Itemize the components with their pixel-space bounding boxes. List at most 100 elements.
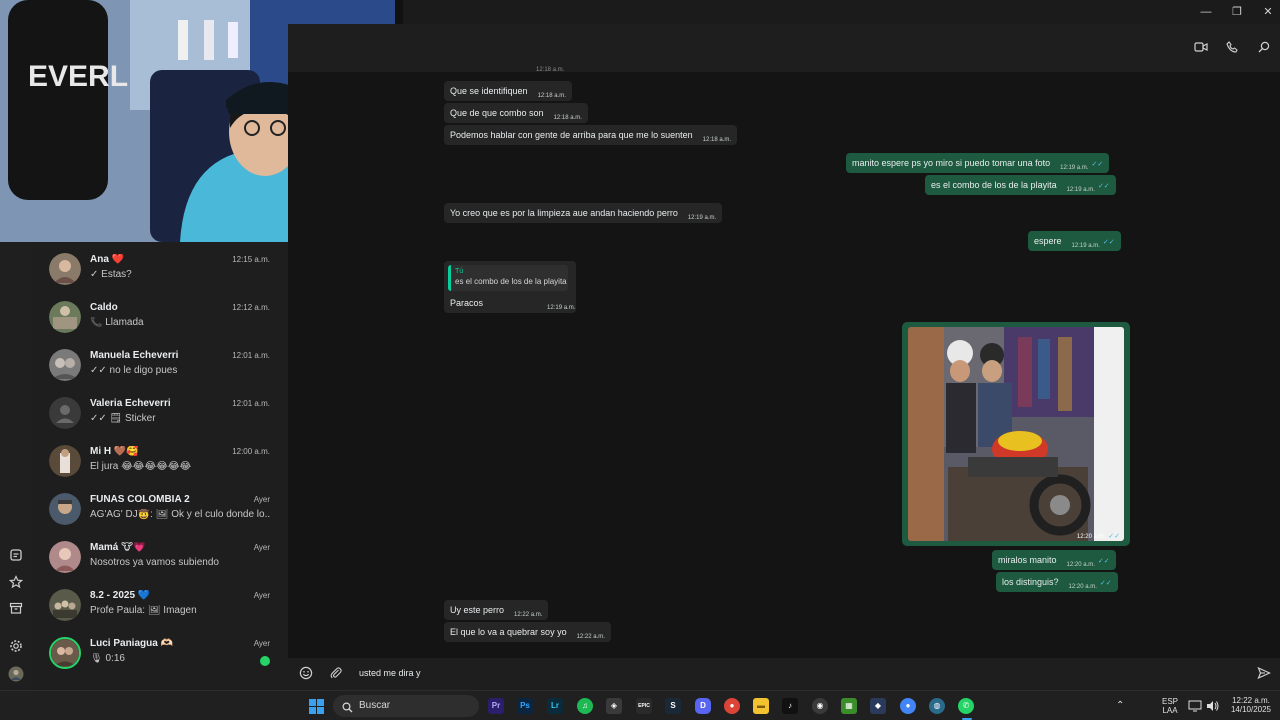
whatsapp-icon[interactable]: ✆ [958, 698, 974, 714]
chat-preview: Nosotros ya vamos subiendo [90, 557, 219, 568]
search-icon[interactable] [1256, 41, 1272, 57]
send-icon[interactable] [1256, 666, 1272, 682]
chat-time: Ayer [253, 543, 270, 552]
svg-text:EVERL: EVERL [28, 60, 128, 93]
emoji-icon[interactable] [298, 666, 314, 682]
read-ticks-icon: ✓✓ [1097, 558, 1110, 565]
chat-list-item[interactable]: Valeria Echeverri ✓✓ 🗒 Sticker 12:01 a.m… [32, 389, 288, 437]
minecraft-icon[interactable]: ▦ [841, 698, 857, 714]
close-button[interactable]: ✕ [1252, 0, 1280, 24]
message-input[interactable]: usted me dira y [359, 668, 421, 678]
premiere-icon[interactable]: Pr [488, 698, 504, 714]
status-icon[interactable] [8, 548, 24, 564]
chat-list-item[interactable]: Mamá 🐮💗 Nosotros ya vamos subiendo Ayer [32, 533, 288, 581]
chat-list-item[interactable]: Ana ❤️ ✓ Estas? 12:15 a.m. [32, 245, 288, 293]
message-incoming[interactable]: Que se identifiquen 12:18 a.m. [444, 81, 572, 101]
steam-icon[interactable]: S [665, 698, 681, 714]
photoshop-icon[interactable]: Ps [517, 698, 533, 714]
profile-icon[interactable] [8, 666, 24, 682]
chat-list-item[interactable]: Mi H 🤎🥰 El jura 😂😂😂😂😂😂 12:00 a.m. [32, 437, 288, 485]
obs-icon[interactable]: ◉ [812, 698, 828, 714]
avatar [49, 541, 81, 573]
voice-call-icon[interactable] [1224, 41, 1240, 57]
message-image[interactable]: 12:20 a.m. ✓✓ [902, 322, 1130, 546]
message-outgoing[interactable]: espere 12:19 a.m. ✓✓ [1028, 231, 1121, 251]
epic-games-icon[interactable]: EPIC [636, 698, 652, 714]
app-icon[interactable]: ◈ [606, 698, 622, 714]
lightroom-icon[interactable]: Lr [547, 698, 563, 714]
message-time: 12:19 a.m. [1060, 165, 1089, 171]
maximize-button[interactable]: ❐ [1221, 0, 1253, 24]
photo-thumbnail[interactable] [908, 327, 1124, 541]
settings-icon[interactable] [8, 639, 24, 655]
message-outgoing[interactable]: los distinguis? 12:20 a.m. ✓✓ [996, 572, 1118, 592]
chat-name: Mamá 🐮💗 [90, 542, 146, 553]
browser-icon[interactable]: ◍ [929, 698, 945, 714]
chrome2-icon[interactable]: ● [900, 698, 916, 714]
tiktok-icon[interactable]: ♪ [782, 698, 798, 714]
chat-name: Luci Paniagua 🫶🏻 [90, 638, 174, 649]
message-outgoing[interactable]: miralos manito 12:20 a.m. ✓✓ [992, 550, 1116, 570]
message-text: Paracos [450, 298, 484, 308]
avatar [49, 589, 81, 621]
quoted-message[interactable]: Tú es el combo de los de la playita [448, 265, 568, 291]
video-call-icon[interactable] [1193, 41, 1209, 57]
spotify-icon[interactable]: ♫ [577, 698, 593, 714]
message-incoming-reply[interactable]: Tú es el combo de los de la playita Para… [444, 261, 576, 313]
app2-icon[interactable]: ◆ [870, 698, 886, 714]
message-time: 12:20 a.m. [1066, 562, 1095, 568]
volume-icon[interactable] [1206, 699, 1220, 717]
chat-name: Ana ❤️ [90, 254, 125, 265]
clock[interactable]: 12:22 a.m. 14/10/2025 [1226, 696, 1276, 714]
read-ticks-icon: ✓✓ [1102, 239, 1115, 246]
chat-name: 8.2 - 2025 💙 [90, 590, 151, 601]
message-incoming[interactable]: El que lo va a quebrar soy yo 12:22 a.m. [444, 622, 611, 642]
language-indicator[interactable]: ESP LAA [1160, 697, 1180, 715]
message-text: espere [1034, 236, 1062, 246]
archive-icon[interactable] [8, 601, 24, 617]
message-time: 12:19 a.m. [687, 215, 717, 221]
message-incoming[interactable]: Uy este perro 12:22 a.m. [444, 600, 549, 620]
chat-list-item[interactable]: 8.2 - 2025 💙 Profe Paula: 🖼 Imagen Ayer [32, 581, 288, 629]
chat-list-item[interactable]: Caldo 📞 Llamada 12:12 a.m. [32, 293, 288, 341]
chat-list-item[interactable]: FUNAS COLOMBIA 2 AG'AG' DJ🤠: 🖼 Ok y el c… [32, 485, 288, 533]
tray-overflow-icon[interactable]: ⌃ [1116, 700, 1124, 711]
chat-time: 12:01 a.m. [232, 399, 270, 408]
discord-icon[interactable]: D [695, 698, 711, 714]
search-icon [342, 700, 353, 718]
attach-icon[interactable] [328, 666, 344, 682]
chat-time: Ayer [253, 639, 270, 648]
taskbar: Buscar Pr Ps Lr ♫ ◈ EPIC S D ● ▬ ♪ ◉ ▦ ◆… [0, 690, 1280, 720]
chrome-icon[interactable]: ● [724, 698, 740, 714]
taskbar-search[interactable]: Buscar [333, 695, 479, 717]
minimize-button[interactable]: — [1190, 0, 1222, 24]
chat-name: Valeria Echeverri [90, 398, 171, 409]
chat-name: Manuela Echeverri [90, 350, 179, 361]
chat-name: FUNAS COLOMBIA 2 [90, 494, 190, 505]
chat-list-item[interactable]: Luci Paniagua 🫶🏻 🎙 0:16 Ayer [32, 629, 288, 677]
quote-text: es el combo de los de la playita [455, 277, 567, 286]
conversation-pane: 12:18 a.m. Que se identifiquen 12:18 a.m.… [288, 24, 1280, 690]
avatar [49, 253, 81, 285]
starred-icon[interactable] [8, 575, 24, 591]
chat-preview: 📞 Llamada [90, 317, 144, 328]
message-incoming[interactable]: Yo creo que es por la limpieza aue andan… [444, 203, 723, 223]
chat-list-item[interactable]: Manuela Echeverri ✓✓ no le digo pues 12:… [32, 341, 288, 389]
avatar [49, 637, 81, 669]
message-incoming[interactable]: Podemos hablar con gente de arriba para … [444, 125, 738, 145]
message-text: Yo creo que es por la limpieza aue andan… [450, 208, 678, 218]
message-text: Que de que combo son [450, 108, 544, 118]
chat-preview: El jura 😂😂😂😂😂😂 [90, 461, 192, 472]
message-time: 12:20 a.m. [1068, 584, 1097, 590]
search-label: Buscar [359, 700, 391, 711]
message-incoming[interactable]: Que de que combo son 12:18 a.m. [444, 103, 588, 123]
message-outgoing[interactable]: es el combo de los de la playita 12:19 a.… [925, 175, 1116, 195]
network-icon[interactable] [1188, 699, 1202, 717]
chat-preview: ✓✓ no le digo pues [90, 365, 178, 376]
message-outgoing[interactable]: manito espere ps yo miro si puedo tomar … [846, 153, 1110, 173]
chat-time: Ayer [253, 495, 270, 504]
windows-start-icon[interactable] [309, 699, 324, 714]
message-time: 12:19 a.m. [1066, 187, 1095, 193]
chat-preview: 🎙 0:16 [90, 653, 125, 664]
file-explorer-icon[interactable]: ▬ [753, 698, 769, 714]
